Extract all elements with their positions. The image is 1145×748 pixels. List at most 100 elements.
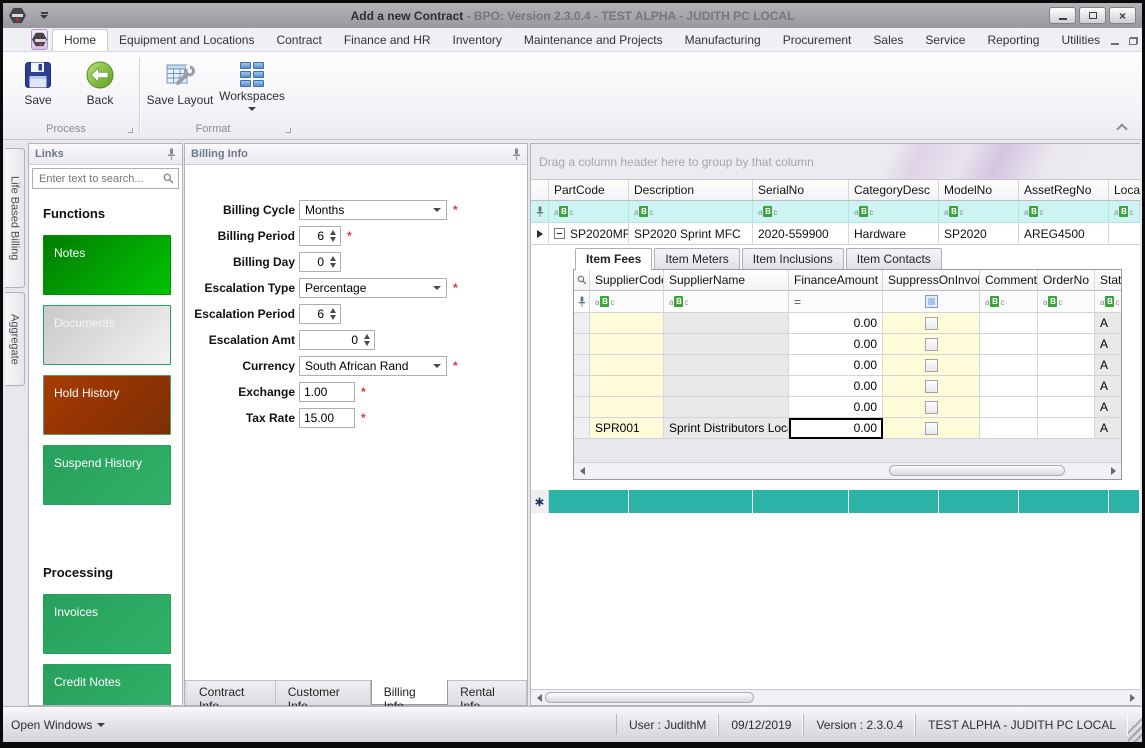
- cell-orderno[interactable]: [1038, 376, 1095, 397]
- column-header-comment[interactable]: Comment: [980, 270, 1038, 291]
- column-header-financeamount[interactable]: FinanceAmount: [789, 270, 883, 291]
- group-by-bar[interactable]: Drag a column header here to group by th…: [531, 144, 1140, 180]
- checkbox[interactable]: [924, 337, 938, 351]
- billing-period-spinner[interactable]: [299, 226, 341, 246]
- subgrid-row-selected[interactable]: SPR001 Sprint Distributors Local 0.00 A: [574, 418, 1121, 439]
- new-row-cell[interactable]: [753, 490, 849, 513]
- ribbon-tab-equipment-and-locations[interactable]: Equipment and Locations: [108, 30, 265, 51]
- ribbon-tab-maintenance-and-projects[interactable]: Maintenance and Projects: [513, 30, 674, 51]
- escalation-type-dropdown[interactable]: Percentage: [299, 278, 447, 298]
- cell-suppliername[interactable]: [664, 376, 789, 397]
- cell-suppliercode[interactable]: [590, 376, 664, 397]
- cell-suppliercode[interactable]: SPR001: [590, 418, 664, 439]
- checkbox[interactable]: [924, 400, 938, 414]
- tab-aggregate[interactable]: Aggregate: [5, 292, 25, 386]
- cell-orderno[interactable]: [1038, 355, 1095, 376]
- cell-financeamount[interactable]: 0.00: [789, 397, 883, 418]
- ribbon-tab-manufacturing[interactable]: Manufacturing: [674, 30, 772, 51]
- cell-financeamount[interactable]: 0.00: [789, 334, 883, 355]
- ribbon-tab-finance-and-hr[interactable]: Finance and HR: [333, 30, 442, 51]
- cell-modelno[interactable]: SP2020: [939, 223, 1019, 245]
- new-row-cell[interactable]: [939, 490, 1019, 513]
- filter-cell[interactable]: aBc: [980, 291, 1038, 313]
- tab-item-inclusions[interactable]: Item Inclusions: [741, 248, 844, 269]
- column-header-locationdesc[interactable]: LocationDesc: [1109, 180, 1140, 201]
- collapse-row-icon[interactable]: [554, 228, 565, 239]
- subgrid-row[interactable]: 0.00 A: [574, 334, 1121, 355]
- ribbon-tab-reporting[interactable]: Reporting: [976, 30, 1050, 51]
- column-header-orderno[interactable]: OrderNo: [1038, 270, 1095, 291]
- subgrid-row[interactable]: 0.00 A: [574, 355, 1121, 376]
- resize-grip[interactable]: [1128, 707, 1142, 742]
- invoices-button[interactable]: Invoices: [43, 594, 171, 654]
- search-icon[interactable]: [163, 173, 174, 184]
- cell-suppressoninvoice[interactable]: [883, 313, 980, 334]
- cell-orderno[interactable]: [1038, 334, 1095, 355]
- filter-cell[interactable]: aBc: [590, 291, 664, 313]
- currency-dropdown[interactable]: South African Rand: [299, 356, 447, 376]
- cell-status[interactable]: A: [1095, 313, 1121, 334]
- filter-cell[interactable]: [883, 291, 980, 313]
- ribbon-tab-inventory[interactable]: Inventory: [442, 30, 513, 51]
- tab-item-contacts[interactable]: Item Contacts: [845, 248, 942, 269]
- tab-customer-info[interactable]: Customer Info: [275, 681, 371, 713]
- cell-partcode[interactable]: SP2020MFC: [549, 223, 629, 245]
- cell-suppressoninvoice[interactable]: [883, 397, 980, 418]
- cell-suppressoninvoice[interactable]: [883, 355, 980, 376]
- billing-cycle-dropdown[interactable]: Months: [299, 200, 447, 220]
- cell-comment[interactable]: [980, 418, 1038, 439]
- ribbon-tab-sales[interactable]: Sales: [862, 30, 914, 51]
- spin-up-icon[interactable]: [330, 230, 336, 235]
- tax-rate-input[interactable]: [299, 408, 355, 428]
- cell-suppressoninvoice[interactable]: [883, 418, 980, 439]
- filter-cell[interactable]: aBc: [664, 291, 789, 313]
- column-header-status[interactable]: Status: [1095, 270, 1121, 291]
- billing-day-spinner[interactable]: [299, 252, 341, 272]
- subgrid-row[interactable]: 0.00 A: [574, 313, 1121, 334]
- ribbon-tab-home[interactable]: Home: [52, 29, 109, 51]
- new-row-cell[interactable]: [849, 490, 939, 513]
- new-row-cell[interactable]: [1109, 490, 1140, 513]
- spin-down-icon[interactable]: [364, 341, 370, 346]
- cell-suppliername[interactable]: [664, 334, 789, 355]
- checkbox[interactable]: [924, 379, 938, 393]
- cell-orderno[interactable]: [1038, 418, 1095, 439]
- pin-icon[interactable]: [512, 148, 521, 160]
- spin-down-icon[interactable]: [330, 263, 336, 268]
- subgrid-horizontal-scrollbar[interactable]: [574, 463, 1121, 479]
- column-header-categorydesc[interactable]: CategoryDesc: [849, 180, 939, 201]
- cell-suppliername[interactable]: Sprint Distributors Local: [664, 418, 789, 439]
- cell-financeamount[interactable]: 0.00: [789, 376, 883, 397]
- filter-cell[interactable]: =: [789, 291, 883, 313]
- cell-financeamount-focused[interactable]: 0.00: [789, 418, 883, 439]
- spin-down-icon[interactable]: [330, 315, 336, 320]
- spin-down-icon[interactable]: [330, 237, 336, 242]
- pin-icon[interactable]: [167, 148, 176, 160]
- ribbon-tab-service[interactable]: Service: [914, 30, 976, 51]
- workspaces-button[interactable]: Workspaces: [217, 58, 287, 111]
- cell-suppliername[interactable]: [664, 355, 789, 376]
- application-menu-button[interactable]: [31, 29, 48, 50]
- column-header-partcode[interactable]: PartCode: [549, 180, 629, 201]
- quick-access-dropdown[interactable]: [40, 12, 48, 19]
- subgrid-row[interactable]: 0.00 A: [574, 397, 1121, 418]
- collapse-ribbon-icon[interactable]: [1116, 123, 1128, 135]
- scroll-right-icon[interactable]: [1107, 467, 1119, 475]
- tab-contract-info[interactable]: Contract Info: [187, 681, 276, 713]
- documents-button[interactable]: Documents: [43, 305, 171, 365]
- cell-suppliername[interactable]: [664, 313, 789, 334]
- scroll-right-icon[interactable]: [1126, 693, 1138, 702]
- spin-up-icon[interactable]: [330, 256, 336, 261]
- spin-up-icon[interactable]: [330, 308, 336, 313]
- tab-rental-info[interactable]: Rental Info: [448, 681, 527, 713]
- column-header-suppliername[interactable]: SupplierName: [664, 270, 789, 291]
- cell-serialno[interactable]: 2020-559900: [753, 223, 849, 245]
- filter-cell[interactable]: aBc: [753, 201, 849, 223]
- hold-history-button[interactable]: Hold History: [43, 375, 171, 435]
- filter-cell[interactable]: aBc: [1109, 201, 1140, 223]
- cell-locationdesc[interactable]: [1109, 223, 1140, 245]
- scroll-left-icon[interactable]: [533, 693, 545, 702]
- spin-up-icon[interactable]: [364, 334, 370, 339]
- search-input[interactable]: [37, 171, 163, 186]
- exchange-input[interactable]: [299, 382, 355, 402]
